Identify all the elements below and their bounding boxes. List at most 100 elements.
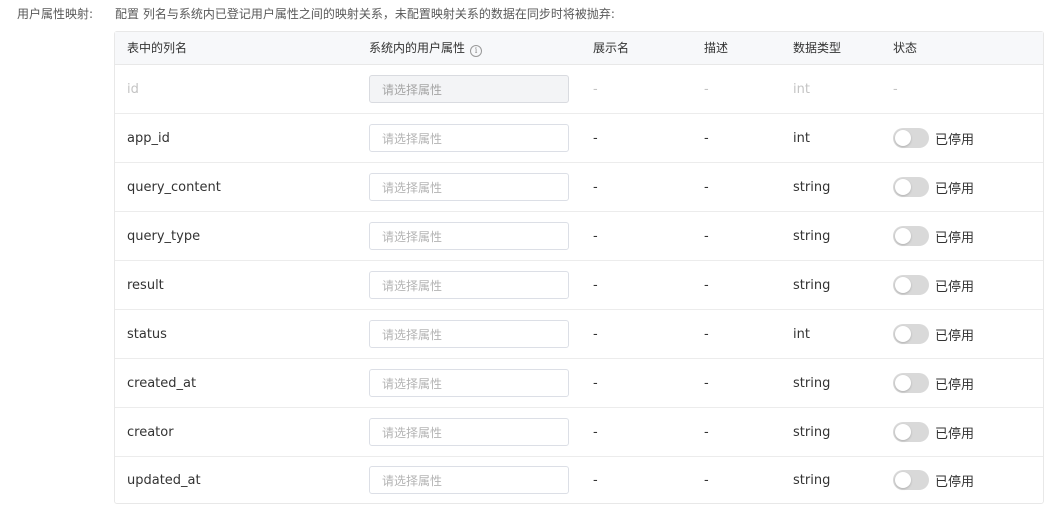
attr-cell: 请选择属性 (369, 212, 569, 260)
status-cell: 已停用 (893, 457, 974, 503)
column-name: query_type (127, 228, 201, 244)
toggle-knob (895, 472, 911, 488)
display-name: - (593, 130, 598, 146)
header-sys-attr: 系统内的用户属性 i (369, 32, 483, 65)
status-label: 已停用 (935, 377, 975, 393)
display-name: - (593, 424, 598, 440)
data-type: string (793, 424, 831, 440)
table-row: creator 请选择属性 - - string 已停用 (115, 408, 1043, 457)
attr-cell: 请选择属性 (369, 310, 569, 358)
attr-cell: 请选择属性 (369, 261, 569, 309)
description: - (704, 228, 709, 244)
display-name: - (593, 228, 598, 244)
attribute-select[interactable]: 请选择属性 (369, 173, 569, 201)
column-name: query_content (127, 179, 221, 195)
mapping-description: 配置 列名与系统内已登记用户属性之间的映射关系，未配置映射关系的数据在同步时将被… (115, 7, 615, 21)
display-name: - (593, 179, 598, 195)
status-toggle[interactable] (893, 226, 929, 246)
status-cell: 已停用 (893, 310, 974, 358)
status-cell: 已停用 (893, 359, 974, 407)
status-toggle[interactable] (893, 128, 929, 148)
attr-cell: 请选择属性 (369, 65, 569, 113)
data-type: int (793, 326, 810, 342)
header-desc: 描述 (704, 41, 729, 55)
table-row: result 请选择属性 - - string 已停用 (115, 261, 1043, 310)
status-label: 已停用 (935, 132, 975, 148)
attr-cell: 请选择属性 (369, 359, 569, 407)
toggle-knob (895, 228, 911, 244)
toggle-knob (895, 375, 911, 391)
status-cell: 已停用 (893, 114, 974, 162)
status-label: 已停用 (935, 279, 975, 295)
status-label: 已停用 (935, 181, 975, 197)
table-row: created_at 请选择属性 - - string 已停用 (115, 359, 1043, 408)
display-name: - (593, 277, 598, 293)
status-toggle[interactable] (893, 324, 929, 344)
status-toggle[interactable] (893, 373, 929, 393)
table-header: 表中的列名 系统内的用户属性 i 展示名 描述 数据类型 状态 (115, 32, 1043, 65)
data-type: string (793, 472, 831, 488)
attr-cell: 请选择属性 (369, 163, 569, 211)
status-toggle[interactable] (893, 470, 929, 490)
data-type: string (793, 277, 831, 293)
status-cell: 已停用 (893, 212, 974, 260)
table-body: id 请选择属性 - - int - app_id 请选择属性 - - int … (115, 65, 1043, 503)
attribute-select[interactable]: 请选择属性 (369, 271, 569, 299)
table-row: query_content 请选择属性 - - string 已停用 (115, 163, 1043, 212)
attribute-select[interactable]: 请选择属性 (369, 369, 569, 397)
header-data-type: 数据类型 (793, 41, 842, 55)
column-name: created_at (127, 375, 197, 391)
attr-cell: 请选择属性 (369, 457, 569, 503)
attribute-mapping-table: 表中的列名 系统内的用户属性 i 展示名 描述 数据类型 状态 id 请选择属性 … (114, 31, 1044, 504)
attribute-select[interactable]: 请选择属性 (369, 124, 569, 152)
status-label: 已停用 (935, 474, 975, 490)
display-name: - (593, 375, 598, 391)
status-label: 已停用 (935, 328, 975, 344)
column-name: status (127, 326, 167, 342)
column-name: id (127, 81, 139, 97)
description: - (704, 277, 709, 293)
status-cell: 已停用 (893, 408, 974, 456)
column-name: updated_at (127, 472, 201, 488)
header-sys-attr-label: 系统内的用户属性 (369, 41, 466, 55)
attribute-select[interactable]: 请选择属性 (369, 466, 569, 494)
header-display: 展示名 (593, 41, 630, 55)
data-type: int (793, 130, 810, 146)
toggle-knob (895, 424, 911, 440)
description: - (704, 326, 709, 342)
column-name: creator (127, 424, 174, 440)
attribute-select[interactable]: 请选择属性 (369, 320, 569, 348)
toggle-knob (895, 277, 911, 293)
status-toggle[interactable] (893, 422, 929, 442)
attr-cell: 请选择属性 (369, 114, 569, 162)
data-type: string (793, 228, 831, 244)
description: - (704, 130, 709, 146)
status-text: - (893, 81, 898, 97)
data-type: string (793, 179, 831, 195)
status-cell: 已停用 (893, 261, 974, 309)
toggle-knob (895, 130, 911, 146)
toggle-knob (895, 326, 911, 342)
table-row: updated_at 请选择属性 - - string 已停用 (115, 457, 1043, 503)
attr-cell: 请选择属性 (369, 408, 569, 456)
toggle-knob (895, 179, 911, 195)
status-label: 已停用 (935, 426, 975, 442)
column-name: result (127, 277, 164, 293)
description: - (704, 179, 709, 195)
data-type: int (793, 81, 810, 97)
attribute-select[interactable]: 请选择属性 (369, 418, 569, 446)
description: - (704, 424, 709, 440)
description: - (704, 81, 709, 97)
display-name: - (593, 472, 598, 488)
mapping-label: 用户属性映射: (17, 7, 94, 21)
table-row: app_id 请选择属性 - - int 已停用 (115, 114, 1043, 163)
attribute-select[interactable]: 请选择属性 (369, 222, 569, 250)
status-toggle[interactable] (893, 275, 929, 295)
status-toggle[interactable] (893, 177, 929, 197)
data-type: string (793, 375, 831, 391)
info-icon[interactable]: i (470, 45, 483, 57)
table-row: query_type 请选择属性 - - string 已停用 (115, 212, 1043, 261)
status-cell: 已停用 (893, 163, 974, 211)
column-name: app_id (127, 130, 170, 146)
attribute-select: 请选择属性 (369, 75, 569, 103)
